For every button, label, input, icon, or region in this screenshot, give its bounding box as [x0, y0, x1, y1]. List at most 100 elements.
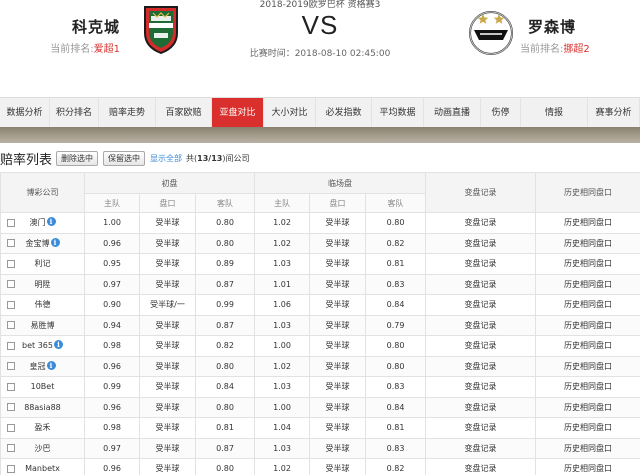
change-record-link[interactable]: 变盘记录: [425, 335, 537, 357]
change-record-link[interactable]: 变盘记录: [425, 212, 537, 234]
live-handicap[interactable]: 受半球: [309, 232, 367, 254]
row-checkbox[interactable]: [7, 259, 15, 268]
initial-handicap[interactable]: 受半球: [139, 458, 196, 475]
initial-handicap[interactable]: 受半球: [139, 437, 196, 459]
nav-tab[interactable]: 动画直播: [424, 98, 481, 128]
history-link[interactable]: 历史相同盘口: [535, 294, 640, 316]
away-team-logo[interactable]: [466, 6, 516, 56]
info-icon[interactable]: i: [53, 340, 63, 349]
change-record-link[interactable]: 变盘记录: [425, 396, 537, 418]
change-record-link[interactable]: 变盘记录: [425, 294, 537, 316]
company-name[interactable]: 10Bet: [31, 382, 55, 391]
row-checkbox[interactable]: [7, 218, 15, 227]
delete-selected-button[interactable]: 删除选中: [56, 150, 99, 166]
initial-handicap[interactable]: 受半球: [139, 212, 196, 234]
company-name[interactable]: Manbetx: [25, 464, 60, 473]
live-handicap[interactable]: 受半球: [309, 458, 367, 475]
change-record-link[interactable]: 变盘记录: [425, 437, 537, 459]
live-handicap[interactable]: 受半球: [309, 417, 367, 439]
company-name[interactable]: 澳门: [30, 218, 46, 227]
company-name[interactable]: 金宝博: [26, 239, 50, 248]
nav-tab[interactable]: 数据分析: [0, 98, 50, 128]
initial-handicap[interactable]: 受半球: [139, 396, 196, 418]
nav-tab[interactable]: 平均数据: [372, 98, 424, 128]
nav-tab[interactable]: 赔率走势: [99, 98, 156, 128]
history-link[interactable]: 历史相同盘口: [535, 273, 640, 295]
company-name[interactable]: 88asia88: [24, 403, 61, 412]
change-record-link[interactable]: 变盘记录: [425, 314, 537, 336]
history-link[interactable]: 历史相同盘口: [535, 355, 640, 377]
history-link[interactable]: 历史相同盘口: [535, 253, 640, 275]
row-checkbox[interactable]: [7, 423, 15, 432]
live-handicap[interactable]: 受半球: [309, 273, 367, 295]
row-checkbox[interactable]: [7, 362, 15, 371]
company-name[interactable]: 利记: [35, 259, 51, 268]
row-checkbox[interactable]: [7, 444, 15, 453]
company-name[interactable]: 易胜博: [31, 321, 55, 330]
nav-tab[interactable]: 百家欧赔: [156, 98, 212, 128]
initial-handicap[interactable]: 受半球/一: [139, 294, 196, 316]
row-checkbox[interactable]: [7, 382, 15, 391]
initial-handicap[interactable]: 受半球: [139, 273, 196, 295]
live-handicap[interactable]: 受半球: [309, 396, 367, 418]
show-all-link[interactable]: 显示全部: [150, 153, 182, 164]
change-record-link[interactable]: 变盘记录: [425, 253, 537, 275]
history-link[interactable]: 历史相同盘口: [535, 232, 640, 254]
live-handicap[interactable]: 受半球: [309, 212, 367, 234]
live-handicap[interactable]: 受半球: [309, 294, 367, 316]
history-link[interactable]: 历史相同盘口: [535, 396, 640, 418]
info-icon[interactable]: i: [46, 360, 56, 370]
history-link[interactable]: 历史相同盘口: [535, 212, 640, 234]
history-link[interactable]: 历史相同盘口: [535, 417, 640, 439]
initial-handicap[interactable]: 受半球: [139, 335, 196, 357]
live-handicap[interactable]: 受半球: [309, 376, 367, 398]
history-link[interactable]: 历史相同盘口: [535, 335, 640, 357]
initial-handicap[interactable]: 受半球: [139, 314, 196, 336]
nav-tab[interactable]: 必发指数: [316, 98, 372, 128]
nav-tab[interactable]: 情报: [521, 98, 588, 128]
keep-selected-button[interactable]: 保留选中: [103, 150, 146, 166]
info-icon[interactable]: i: [46, 217, 56, 226]
change-record-link[interactable]: 变盘记录: [425, 355, 537, 377]
change-record-link[interactable]: 变盘记录: [425, 376, 537, 398]
row-checkbox[interactable]: [7, 464, 15, 473]
row-checkbox[interactable]: [7, 280, 15, 289]
live-handicap[interactable]: 受半球: [309, 355, 367, 377]
company-name[interactable]: 明陞: [35, 280, 51, 289]
info-icon[interactable]: i: [50, 237, 60, 247]
change-record-link[interactable]: 变盘记录: [425, 273, 537, 295]
history-link[interactable]: 历史相同盘口: [535, 314, 640, 336]
row-checkbox[interactable]: [7, 341, 15, 350]
company-name[interactable]: bet 365: [22, 341, 53, 350]
away-team-name[interactable]: 罗森博: [528, 16, 576, 37]
nav-tab[interactable]: 伤停: [481, 98, 521, 128]
initial-handicap[interactable]: 受半球: [139, 417, 196, 439]
initial-handicap[interactable]: 受半球: [139, 355, 196, 377]
history-link[interactable]: 历史相同盘口: [535, 458, 640, 475]
live-handicap[interactable]: 受半球: [309, 335, 367, 357]
initial-handicap[interactable]: 受半球: [139, 232, 196, 254]
initial-handicap[interactable]: 受半球: [139, 376, 196, 398]
row-checkbox[interactable]: [7, 403, 15, 412]
company-name[interactable]: 伟德: [35, 300, 51, 309]
row-checkbox[interactable]: [7, 300, 15, 309]
company-name[interactable]: 盈禾: [35, 423, 51, 432]
history-link[interactable]: 历史相同盘口: [535, 437, 640, 459]
nav-tab[interactable]: 大小对比: [264, 98, 316, 128]
initial-handicap[interactable]: 受半球: [139, 253, 196, 275]
row-checkbox[interactable]: [7, 239, 15, 248]
live-handicap[interactable]: 受半球: [309, 314, 367, 336]
company-name[interactable]: 皇冠: [30, 362, 46, 371]
change-record-link[interactable]: 变盘记录: [425, 232, 537, 254]
nav-tab[interactable]: 积分排名: [50, 98, 99, 128]
company-name[interactable]: 沙巴: [35, 444, 51, 453]
change-record-link[interactable]: 变盘记录: [425, 458, 537, 475]
row-checkbox[interactable]: [7, 321, 15, 330]
live-handicap[interactable]: 受半球: [309, 253, 367, 275]
nav-tab[interactable]: 亚盘对比: [212, 98, 264, 128]
company-cell: 明陞: [0, 273, 85, 295]
change-record-link[interactable]: 变盘记录: [425, 417, 537, 439]
nav-tab[interactable]: 赛事分析: [588, 98, 640, 128]
history-link[interactable]: 历史相同盘口: [535, 376, 640, 398]
live-handicap[interactable]: 受半球: [309, 437, 367, 459]
